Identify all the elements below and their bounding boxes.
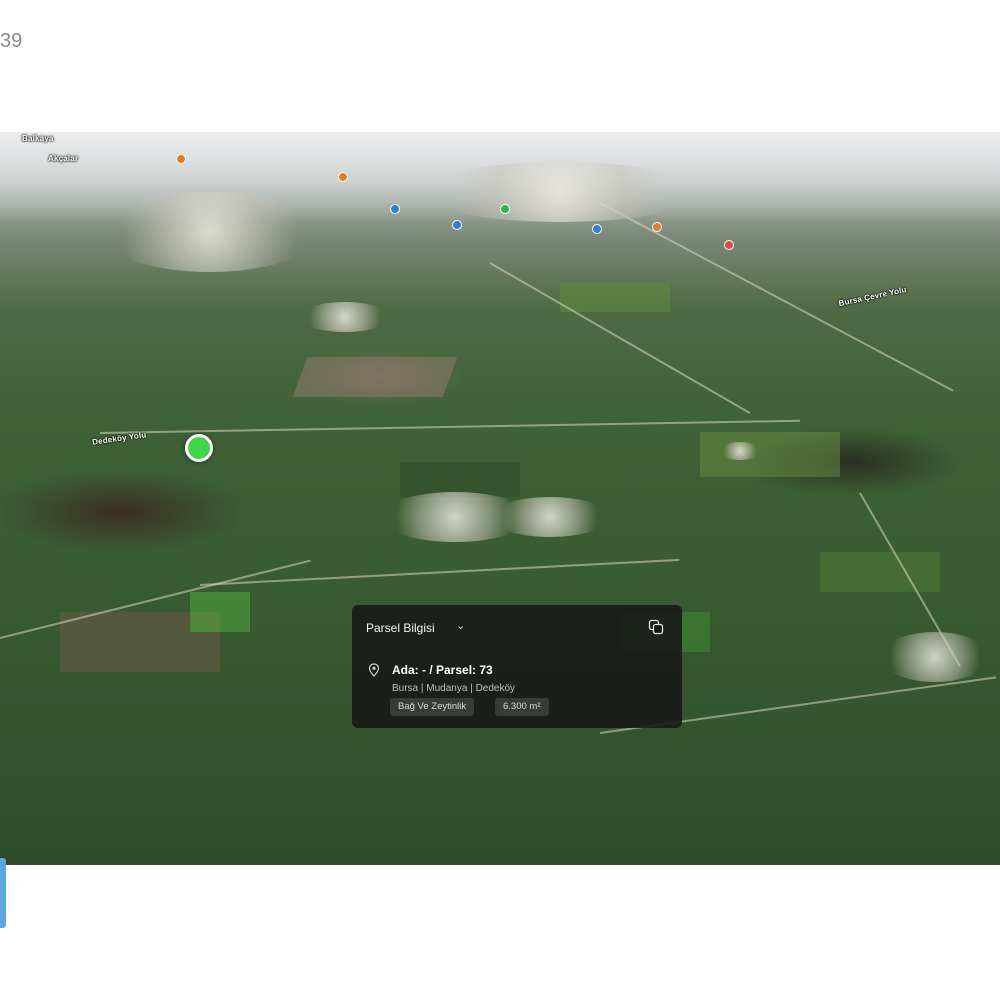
road [199, 558, 680, 586]
map-label: Bursa Çevre Yolu [837, 284, 908, 309]
parcel-pin-icon[interactable] [185, 434, 213, 462]
image-counter: 39 [0, 30, 23, 52]
settlement [100, 192, 320, 272]
copy-icon[interactable] [648, 619, 664, 635]
settlement [420, 162, 700, 222]
side-tab[interactable] [0, 858, 6, 928]
land-use-badge: Bağ Ve Zeytinlik [390, 698, 475, 716]
settlement [300, 302, 390, 332]
poi-icon[interactable] [592, 224, 602, 234]
poi-icon[interactable] [500, 204, 510, 214]
field-patch [820, 552, 940, 592]
map-label: Balkaya [22, 134, 54, 143]
satellite-map[interactable]: Balkaya Akçalar Dedeköy Yolu Bursa Çevre… [0, 132, 1000, 865]
poi-icon[interactable] [652, 222, 662, 232]
poi-icon[interactable] [390, 204, 400, 214]
area-badge: 6.300 m² [495, 698, 549, 716]
settlement [490, 497, 610, 537]
parcel-number: Ada: - / Parsel: 73 [392, 663, 493, 677]
chevron-down-icon[interactable]: ⌄ [456, 619, 465, 632]
map-label: Akçalar [48, 154, 79, 163]
settlement [880, 632, 990, 682]
field-patch [292, 357, 458, 397]
road [99, 419, 800, 434]
panel-title[interactable]: Parsel Bilgisi [366, 621, 435, 635]
poi-icon[interactable] [452, 220, 462, 230]
settlement [720, 442, 760, 460]
poi-icon[interactable] [176, 154, 186, 164]
field-patch [560, 282, 670, 312]
poi-icon[interactable] [724, 240, 734, 250]
poi-icon[interactable] [338, 172, 348, 182]
parcel-location: Bursa | Mudanya | Dedeköy [392, 683, 516, 694]
parcel-info-panel: Parsel Bilgisi ⌄ Ada: - / Parsel: 73 Bur… [352, 605, 682, 728]
location-icon [368, 663, 380, 677]
field-patch [190, 592, 250, 632]
